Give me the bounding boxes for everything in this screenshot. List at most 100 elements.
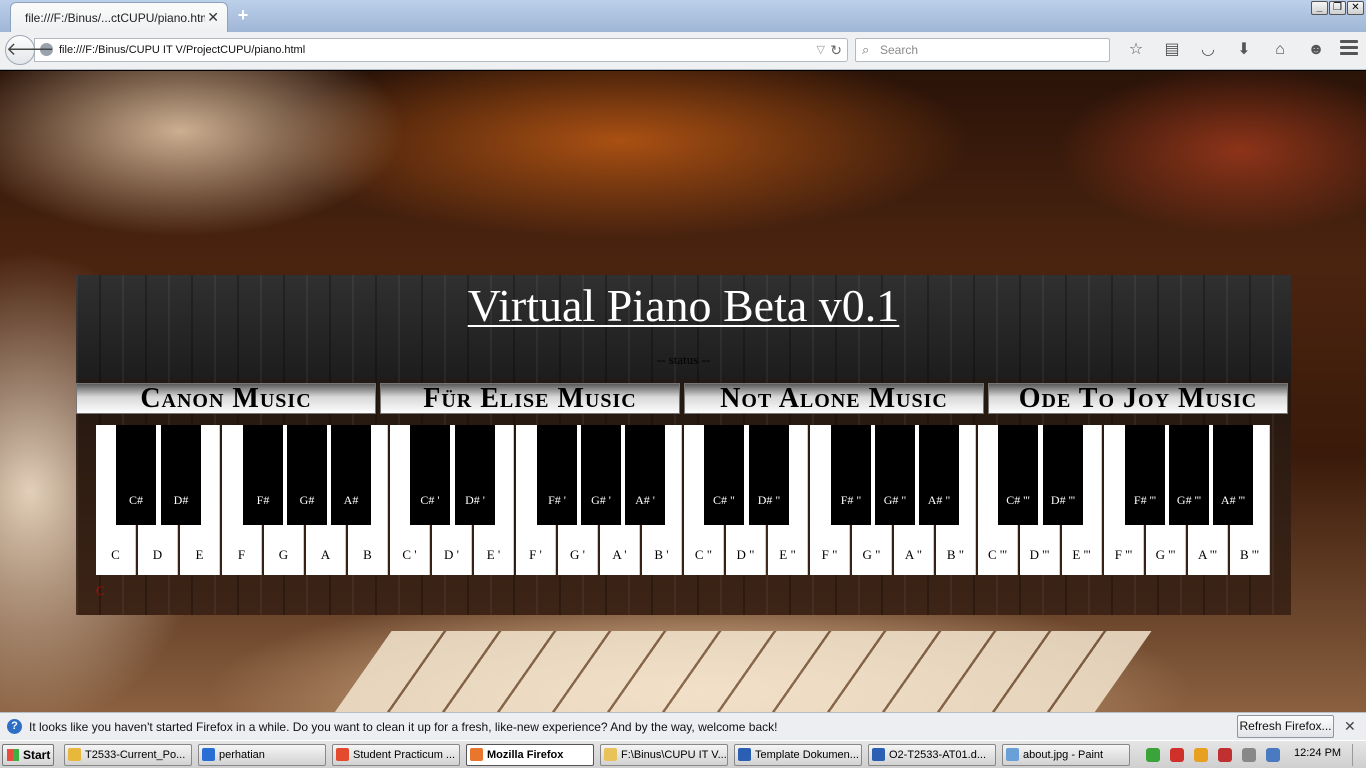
taskbar-item[interactable]: perhatian (198, 744, 326, 766)
tray-icon[interactable] (1218, 748, 1232, 762)
restore-button[interactable]: ❐ (1329, 1, 1346, 15)
black-key[interactable]: D# ' (455, 425, 495, 525)
app-icon (68, 748, 81, 761)
taskbar-item[interactable]: T2533-Current_Po... (64, 744, 192, 766)
taskbar-item[interactable]: Student Practicum ... (332, 744, 460, 766)
download-icon[interactable]: ⬇ (1226, 38, 1262, 62)
black-key[interactable]: F# ' (537, 425, 577, 525)
black-key[interactable]: D# ''' (1043, 425, 1083, 525)
taskbar-item[interactable]: O2-T2533-AT01.d... (868, 744, 996, 766)
navigation-toolbar: file:///F:/Binus/CUPU IT V/ProjectCUPU/p… (0, 32, 1366, 70)
clock: 12:24 PM (1294, 747, 1342, 759)
info-icon: ? (7, 719, 22, 734)
system-tray: 12:24 PM (1138, 744, 1366, 766)
black-key[interactable]: C# ''' (998, 425, 1038, 525)
not-alone-music-button[interactable]: Not Alone Music (684, 383, 984, 414)
taskbar-item-label: Mozilla Firefox (487, 749, 564, 761)
black-key[interactable]: C# " (704, 425, 744, 525)
background-photo (328, 631, 1152, 712)
reading-list-icon[interactable]: ▤ (1154, 38, 1190, 62)
app-icon (336, 748, 349, 761)
dropdown-icon[interactable]: ▽ (817, 39, 825, 61)
tab-title: file:///F:/Binus/...ctCUPU/piano.html (25, 11, 205, 25)
taskbar-item[interactable]: about.jpg - Paint (1002, 744, 1130, 766)
app-icon (738, 748, 751, 761)
app-icon (604, 748, 617, 761)
tab-close-icon[interactable]: ✕ (207, 9, 219, 26)
taskbar-item[interactable]: Template Dokumen... (734, 744, 862, 766)
taskbar: Start T2533-Current_Po... perhatian Studen… (0, 740, 1366, 768)
ode-to-joy-music-button[interactable]: Ode To Joy Music (988, 383, 1288, 414)
back-button[interactable]: 🡐 (5, 35, 54, 65)
black-key[interactable]: F# (243, 425, 283, 525)
star-icon[interactable]: ☆ (1118, 38, 1154, 62)
black-key[interactable]: G# ' (581, 425, 621, 525)
black-key[interactable]: C# (116, 425, 156, 525)
taskbar-item-label: Template Dokumen... (755, 749, 859, 761)
black-key[interactable]: A# ''' (1213, 425, 1253, 525)
tray-icon[interactable] (1194, 748, 1208, 762)
black-key[interactable]: G# ''' (1169, 425, 1209, 525)
new-tab-button[interactable]: + (234, 5, 252, 26)
page-content: Virtual Piano Beta v0.1 -- status -- Can… (0, 71, 1366, 712)
black-key[interactable]: G# (287, 425, 327, 525)
hamburger-menu-icon[interactable] (1340, 40, 1358, 58)
taskbar-item-label: O2-T2533-AT01.d... (889, 749, 987, 761)
black-key[interactable]: F# ''' (1125, 425, 1165, 525)
taskbar-item-label: Student Practicum ... (353, 749, 456, 761)
black-key[interactable]: D# (161, 425, 201, 525)
black-key[interactable]: F# " (831, 425, 871, 525)
show-desktop-button[interactable] (1352, 744, 1364, 766)
tray-icon[interactable] (1146, 748, 1160, 762)
tray-icon[interactable] (1266, 748, 1280, 762)
taskbar-item[interactable]: Mozilla Firefox (466, 744, 594, 766)
tray-icon[interactable] (1170, 748, 1184, 762)
canon-music-button[interactable]: Canon Music (76, 383, 376, 414)
start-label: Start (23, 748, 51, 762)
app-icon (872, 748, 885, 761)
pocket-icon[interactable]: ◡ (1190, 38, 1226, 62)
url-bar[interactable]: file:///F:/Binus/CUPU IT V/ProjectCUPU/p… (34, 38, 848, 62)
taskbar-item-label: F:\Binus\CUPU IT V... (621, 749, 727, 761)
page-title: Virtual Piano Beta v0.1 (467, 280, 900, 331)
notification-close-icon[interactable]: ✕ (1344, 718, 1356, 735)
black-key[interactable]: A# " (919, 425, 959, 525)
taskbar-item[interactable]: F:\Binus\CUPU IT V... (600, 744, 728, 766)
home-icon[interactable]: ⌂ (1262, 38, 1298, 62)
taskbar-item-label: about.jpg - Paint (1023, 749, 1104, 761)
taskbar-item-label: perhatian (219, 749, 265, 761)
black-key[interactable]: C# ' (410, 425, 450, 525)
song-button-row: Canon Music Für Elise Music Not Alone Mu… (76, 383, 1291, 414)
piano-keyboard: CDEFGABC ' D ' E ' F ' G ' A ' B ' C " D " E " F "… (96, 425, 1271, 575)
toolbar-icons: ☆ ▤ ◡ ⬇ ⌂ ☻ (1118, 38, 1334, 62)
piano-panel: Virtual Piano Beta v0.1 -- status -- Can… (76, 275, 1291, 615)
status-text: -- status -- (656, 352, 711, 367)
hello-icon[interactable]: ☻ (1298, 38, 1334, 62)
window-titlebar: file:///F:/Binus/...ctCUPU/piano.html ✕ … (0, 0, 1366, 32)
search-input[interactable]: ⌕ Search (855, 38, 1110, 62)
tray-icon[interactable] (1242, 748, 1256, 762)
black-key[interactable]: A# (331, 425, 371, 525)
notification-text: It looks like you haven't started Firefo… (29, 720, 778, 734)
search-icon: ⌕ (862, 42, 870, 57)
taskbar-item-label: T2533-Current_Po... (85, 749, 186, 761)
reload-icon[interactable]: ↻ (830, 39, 842, 61)
windows-logo-icon (7, 749, 19, 761)
black-key[interactable]: D# " (749, 425, 789, 525)
black-key[interactable]: G# " (875, 425, 915, 525)
search-placeholder: Search (880, 43, 919, 57)
window-controls: _ ❐ ✕ (1311, 1, 1364, 15)
minimize-button[interactable]: _ (1311, 1, 1328, 15)
browser-tab[interactable]: file:///F:/Binus/...ctCUPU/piano.html ✕ (10, 2, 228, 32)
notification-bar: ? It looks like you haven't started Fire… (0, 712, 1366, 740)
app-icon (202, 748, 215, 761)
app-icon (470, 748, 483, 761)
fur-elise-music-button[interactable]: Für Elise Music (380, 383, 680, 414)
app-icon (1006, 748, 1019, 761)
close-window-button[interactable]: ✕ (1347, 1, 1364, 15)
current-note: C (96, 583, 105, 598)
url-text: file:///F:/Binus/CUPU IT V/ProjectCUPU/p… (59, 44, 306, 56)
start-button[interactable]: Start (2, 744, 54, 766)
refresh-firefox-button[interactable]: Refresh Firefox... (1237, 715, 1334, 738)
black-key[interactable]: A# ' (625, 425, 665, 525)
